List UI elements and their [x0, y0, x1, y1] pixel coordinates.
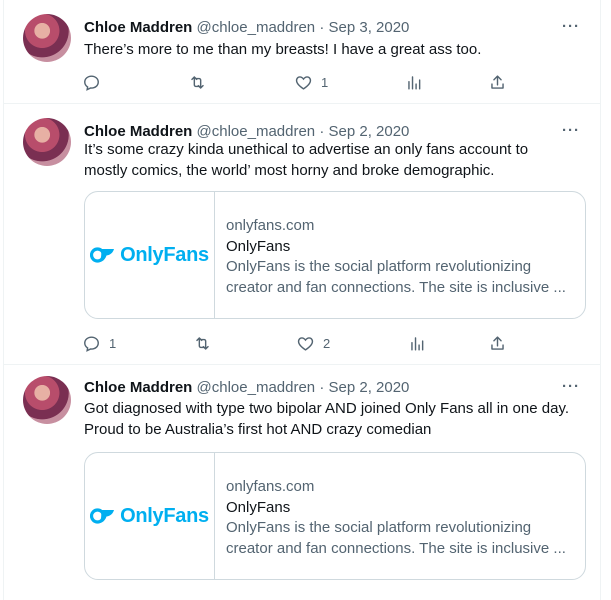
card-description: OnlyFans is the social platform revoluti…: [226, 258, 532, 275]
more-icon[interactable]: ···: [562, 122, 580, 139]
tweet-text-line: mostly comics, the world’ most horny and…: [84, 161, 495, 179]
author-name[interactable]: Chloe Maddren: [84, 123, 192, 140]
card-title: OnlyFans: [226, 498, 291, 516]
share-button[interactable]: [488, 334, 507, 353]
tweet-text-line: Proud to be Australia’s first hot AND cr…: [84, 420, 432, 438]
tweet-text-line: It’s some crazy kinda unethical to adver…: [84, 141, 529, 158]
link-card[interactable]: OnlyFans onlyfans.com OnlyFans OnlyFans …: [84, 452, 586, 580]
views-button[interactable]: [405, 73, 432, 92]
avatar[interactable]: [23, 376, 71, 424]
tweet-2[interactable]: Chloe Maddren @chloe_maddren · Sep 2, 20…: [4, 104, 600, 365]
views-icon: [408, 76, 421, 90]
retweet-button[interactable]: [188, 73, 215, 92]
onlyfans-logo-icon: [90, 247, 115, 263]
reply-count: 1: [109, 336, 117, 351]
card-description: creator and fan connections. The site is…: [226, 278, 566, 296]
tweet-header: Chloe Maddren @chloe_maddren · Sep 2, 20…: [84, 122, 409, 142]
share-button[interactable]: [488, 73, 507, 92]
more-icon[interactable]: ···: [562, 18, 580, 35]
tweet-actions: 1: [82, 73, 512, 93]
share-icon: [491, 75, 504, 89]
tweet-text-line: Got diagnosed with type two bipolar AND …: [84, 400, 569, 417]
views-button[interactable]: [408, 334, 435, 353]
card-logo: OnlyFans: [85, 192, 215, 318]
card-domain: onlyfans.com: [226, 217, 315, 234]
tweet-date[interactable]: Sep 2, 2020: [329, 379, 410, 396]
retweet-icon: [191, 76, 204, 89]
like-count: 2: [323, 336, 331, 351]
retweet-icon: [196, 337, 209, 350]
separator: ·: [319, 19, 325, 36]
tweet-text: There’s more to me than my breasts! I ha…: [84, 41, 482, 58]
onlyfans-logo-icon: [90, 508, 115, 524]
card-domain: onlyfans.com: [226, 478, 315, 495]
link-card[interactable]: OnlyFans onlyfans.com OnlyFans OnlyFans …: [84, 191, 586, 319]
like-button[interactable]: 2: [296, 334, 330, 353]
card-body: onlyfans.com OnlyFans OnlyFans is the so…: [226, 477, 575, 559]
logo-text: OnlyFans: [120, 243, 209, 266]
retweet-button[interactable]: [193, 334, 220, 353]
like-icon: [297, 337, 314, 351]
card-description: OnlyFans is the social platform revoluti…: [226, 519, 532, 536]
author-handle[interactable]: @chloe_maddren: [197, 123, 316, 140]
like-button[interactable]: 1: [294, 73, 328, 92]
author-handle[interactable]: @chloe_maddren: [197, 19, 316, 36]
tweet-text: It’s some crazy kinda unethical to adver…: [84, 140, 584, 181]
tweet-feed: Chloe Maddren @chloe_maddren · Sep 3, 20…: [3, 0, 601, 600]
share-icon: [491, 336, 504, 350]
more-icon[interactable]: ···: [562, 378, 580, 395]
tweet-actions: 1 2: [82, 334, 512, 354]
tweet-1[interactable]: Chloe Maddren @chloe_maddren · Sep 3, 20…: [4, 0, 600, 104]
views-icon: [411, 337, 424, 351]
separator: ·: [319, 379, 325, 396]
like-icon: [295, 76, 312, 90]
card-logo: OnlyFans: [85, 453, 215, 579]
like-count: 1: [321, 75, 329, 90]
tweet-3[interactable]: Chloe Maddren @chloe_maddren · Sep 2, 20…: [4, 365, 600, 600]
author-name[interactable]: Chloe Maddren: [84, 19, 192, 36]
tweet-date[interactable]: Sep 2, 2020: [329, 123, 410, 140]
author-name[interactable]: Chloe Maddren: [84, 379, 192, 396]
logo-text: OnlyFans: [120, 504, 209, 527]
reply-button[interactable]: [82, 73, 109, 92]
reply-icon: [84, 336, 99, 352]
card-body: onlyfans.com OnlyFans OnlyFans is the so…: [226, 216, 575, 298]
author-handle[interactable]: @chloe_maddren: [197, 379, 316, 396]
tweet-header: Chloe Maddren @chloe_maddren · Sep 2, 20…: [84, 378, 409, 398]
reply-icon: [84, 75, 99, 91]
card-title: OnlyFans: [226, 237, 291, 255]
avatar[interactable]: [23, 14, 71, 62]
avatar[interactable]: [23, 118, 71, 166]
reply-button[interactable]: 1: [82, 334, 116, 353]
tweet-text: Got diagnosed with type two bipolar AND …: [84, 399, 584, 440]
card-description: creator and fan connections. The site is…: [226, 539, 566, 557]
tweet-date[interactable]: Sep 3, 2020: [329, 19, 410, 36]
tweet-header: Chloe Maddren @chloe_maddren · Sep 3, 20…: [84, 18, 409, 38]
separator: ·: [319, 123, 325, 140]
